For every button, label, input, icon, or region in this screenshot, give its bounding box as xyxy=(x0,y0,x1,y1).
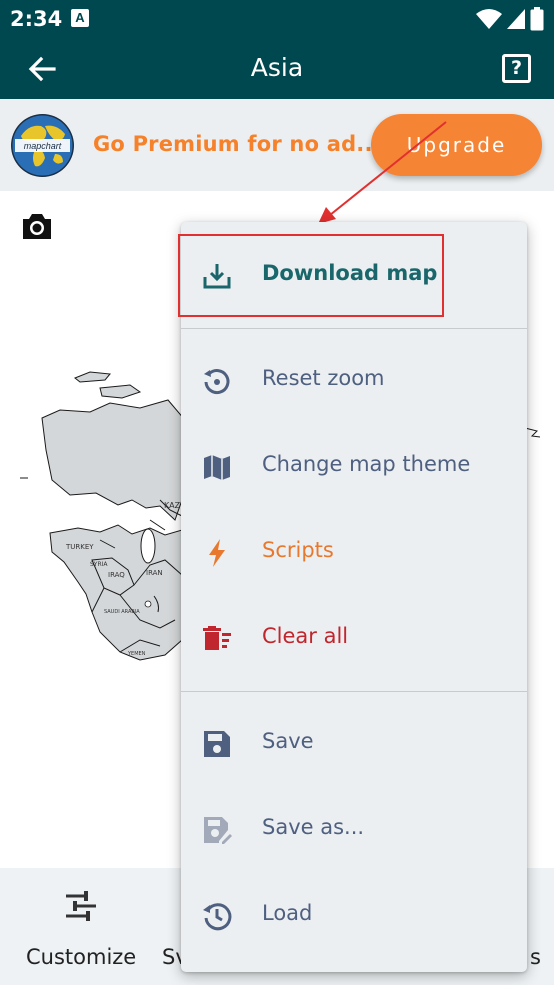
menu-label-clear-all: Clear all xyxy=(262,624,349,648)
map-icon xyxy=(204,455,230,480)
menu-item-save[interactable]: Save xyxy=(181,709,527,779)
tune-icon[interactable] xyxy=(64,890,98,922)
battery-icon xyxy=(530,7,544,31)
signal-icon xyxy=(507,9,525,29)
overflow-menu: Download map Reset zoom Change map theme… xyxy=(181,222,527,972)
status-icons xyxy=(476,6,544,32)
status-bar: 2:34 A xyxy=(0,0,554,37)
annotation-highlight-box xyxy=(178,234,444,317)
app-bar: Asia ? xyxy=(0,37,554,99)
map-label-iraq: IRAQ xyxy=(108,571,125,579)
lightning-icon xyxy=(209,539,225,567)
save-as-icon xyxy=(204,817,232,844)
menu-item-clear-all[interactable]: Clear all xyxy=(181,604,527,674)
reset-zoom-icon xyxy=(204,369,230,395)
menu-label-reset-zoom: Reset zoom xyxy=(262,366,385,390)
map-label-kaz: KAZ xyxy=(164,501,181,510)
menu-label-change-theme: Change map theme xyxy=(262,452,471,476)
status-time: 2:34 xyxy=(10,7,63,31)
menu-item-change-map-theme[interactable]: Change map theme xyxy=(181,432,527,502)
camera-icon[interactable] xyxy=(20,211,54,241)
nav-third-label[interactable]: s xyxy=(530,945,541,969)
delete-sweep-icon xyxy=(203,626,231,650)
menu-item-scripts[interactable]: Scripts xyxy=(181,518,527,588)
map-label-turkey: TURKEY xyxy=(65,543,94,551)
mapchart-logo: mapchart xyxy=(11,114,74,177)
premium-text[interactable]: Go Premium for no ad... xyxy=(93,132,381,156)
menu-label-load: Load xyxy=(262,901,313,925)
menu-divider xyxy=(181,691,527,692)
upgrade-button[interactable]: Upgrade xyxy=(371,114,542,176)
notification-icon: A xyxy=(71,9,89,27)
menu-label-save: Save xyxy=(262,729,314,753)
map-label-saudi-arabia: SAUDI ARABIA xyxy=(104,609,140,615)
menu-label-scripts: Scripts xyxy=(262,538,334,562)
nav-customize-label[interactable]: Customize xyxy=(26,945,136,969)
menu-label-save-as: Save as... xyxy=(262,815,365,839)
map-label-iran: IRAN xyxy=(146,569,163,577)
history-icon xyxy=(203,903,232,931)
menu-item-save-as[interactable]: Save as... xyxy=(181,795,527,865)
menu-item-load[interactable]: Load xyxy=(181,881,527,951)
page-title: Asia xyxy=(250,53,304,82)
menu-divider xyxy=(181,328,527,329)
map-label-yemen: YEMEN xyxy=(127,651,146,657)
help-button[interactable]: ? xyxy=(502,54,531,83)
logo-text: mapchart xyxy=(24,141,62,151)
save-icon xyxy=(204,731,230,757)
menu-item-reset-zoom[interactable]: Reset zoom xyxy=(181,346,527,416)
map-label-syria: SYRIA xyxy=(90,561,108,568)
wifi-icon xyxy=(476,9,502,29)
